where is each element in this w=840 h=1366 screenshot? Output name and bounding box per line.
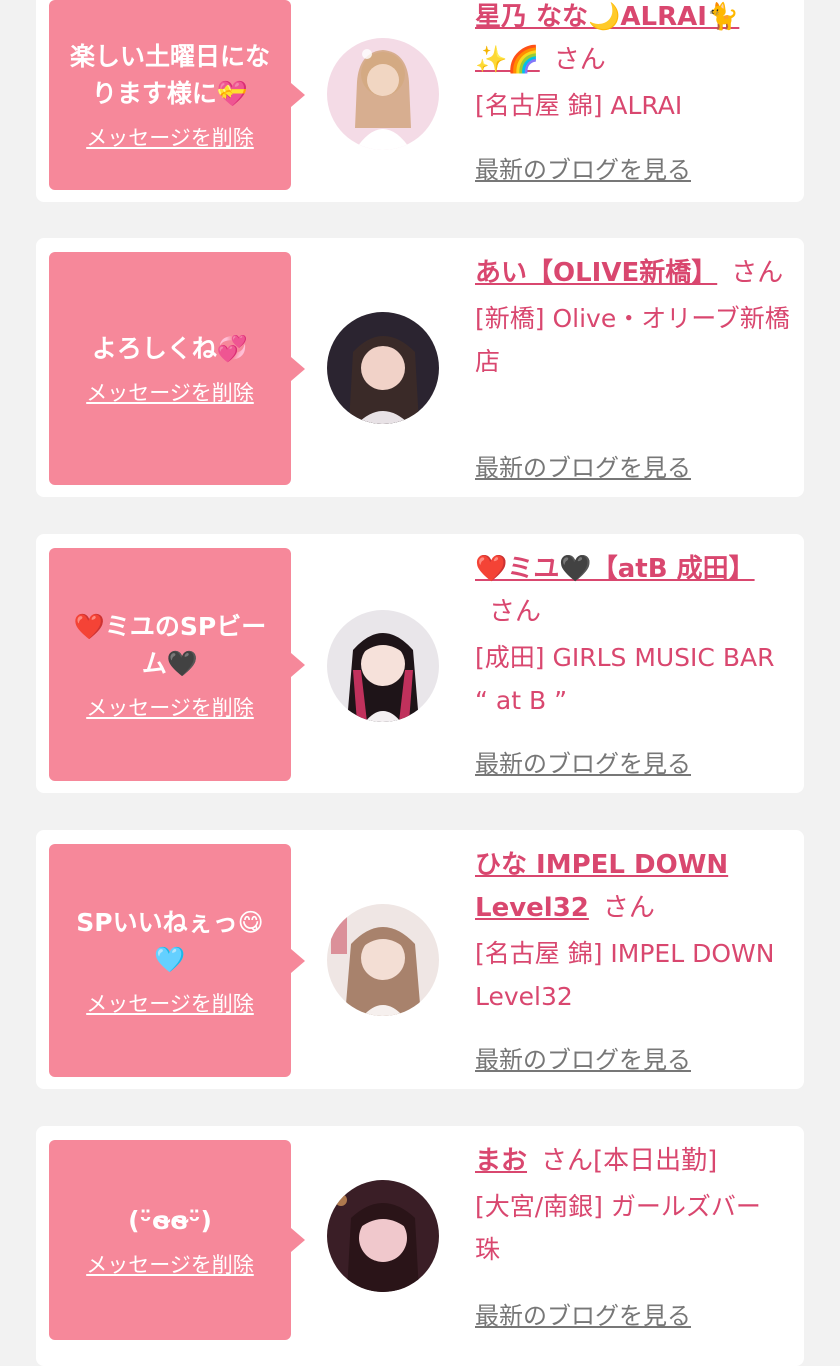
message-bubble: SPいいねぇっ😋 🩵 メッセージを削除: [49, 844, 305, 1077]
shop-info: [大宮/南銀] ガールズバー 珠: [475, 1192, 761, 1264]
latest-blog-link[interactable]: 最新のブログを見る: [475, 744, 691, 779]
name-line: ❤️ミユ🖤【atB 成田】さん: [475, 548, 790, 634]
message-card: ❤️ミユのSPビー ム🖤 メッセージを削除 ❤️ミユ🖤【atB 成田】さん [成…: [36, 534, 804, 793]
sender-info: ❤️ミユ🖤【atB 成田】さん [成田] GIRLS MUSIC BAR “ a…: [475, 548, 790, 722]
name-line: 星乃 なな🌙ALRAI🐈 ✨🌈 さん: [475, 0, 790, 82]
message-card: よろしくね💞 メッセージを削除 あい【OLIVE新橋】 さん [新橋] Olive…: [36, 238, 804, 497]
sender-info: 星乃 なな🌙ALRAI🐈 ✨🌈 さん [名古屋 錦] ALRAI: [475, 0, 790, 127]
message-card: SPいいねぇっ😋 🩵 メッセージを削除 ひな IMPEL DOWN Level3…: [36, 830, 804, 1089]
sender-name-link[interactable]: ひな IMPEL DOWN Level32: [475, 850, 728, 923]
name-line: まお さん[本日出勤]: [475, 1140, 790, 1183]
san-label: さん: [553, 45, 606, 75]
message-text: ❤️ミユのSPビー ム🖤: [73, 611, 267, 678]
message-bubble: (ᵕ̈ɞ̴ɞ̴ᵕ̈) メッセージを削除: [49, 1140, 305, 1340]
message-text: SPいいねぇっ😋 🩵: [76, 907, 264, 974]
message-text: (ᵕ̈ɞ̴ɞ̴ᵕ̈): [128, 1205, 212, 1235]
latest-blog-link[interactable]: 最新のブログを見る: [475, 448, 691, 483]
shop-info: [新橋] Olive・オリーブ新橋店: [475, 304, 790, 376]
avatar[interactable]: [327, 312, 439, 424]
san-label: さん: [489, 597, 542, 627]
latest-blog-link[interactable]: 最新のブログを見る: [475, 1296, 691, 1331]
delete-message-link[interactable]: メッセージを削除: [86, 988, 254, 1018]
delete-message-link[interactable]: メッセージを削除: [86, 377, 254, 407]
san-label: さん[本日出勤]: [541, 1146, 718, 1176]
message-bubble: 楽しい土曜日にな ります様に💝 メッセージを削除: [49, 0, 305, 190]
message-card: 楽しい土曜日にな ります様に💝 メッセージを削除 星乃 なな🌙ALRAI🐈 ✨🌈…: [36, 0, 804, 202]
message-text: よろしくね💞: [91, 334, 249, 363]
message-bubble: ❤️ミユのSPビー ム🖤 メッセージを削除: [49, 548, 305, 781]
sender-info: ひな IMPEL DOWN Level32 さん [名古屋 錦] IMPEL DO…: [475, 844, 790, 1018]
sender-name-link[interactable]: 星乃 なな🌙ALRAI🐈 ✨🌈: [475, 2, 739, 75]
avatar[interactable]: [327, 38, 439, 150]
message-card: (ᵕ̈ɞ̴ɞ̴ᵕ̈) メッセージを削除 まお さん[本日出勤] [大宮/南銀] ガ…: [36, 1126, 804, 1366]
sender-name-link[interactable]: まお: [475, 1146, 527, 1176]
delete-message-link[interactable]: メッセージを削除: [86, 1249, 254, 1279]
shop-info: [成田] GIRLS MUSIC BAR “ at B ”: [475, 643, 775, 715]
sender-name-link[interactable]: ❤️ミユ🖤【atB 成田】: [475, 554, 755, 584]
san-label: さん: [731, 258, 784, 288]
name-line: ひな IMPEL DOWN Level32 さん: [475, 844, 790, 930]
message-text: 楽しい土曜日にな ります様に💝: [69, 42, 270, 108]
delete-message-link[interactable]: メッセージを削除: [86, 692, 254, 722]
shop-info: [名古屋 錦] ALRAI: [475, 91, 683, 120]
message-bubble: よろしくね💞 メッセージを削除: [49, 252, 305, 485]
name-line: あい【OLIVE新橋】 さん: [475, 252, 790, 295]
latest-blog-link[interactable]: 最新のブログを見る: [475, 1040, 691, 1075]
sender-name-link[interactable]: あい【OLIVE新橋】: [475, 258, 717, 288]
avatar[interactable]: [327, 1180, 439, 1292]
sender-info: あい【OLIVE新橋】 さん [新橋] Olive・オリーブ新橋店: [475, 252, 790, 383]
avatar[interactable]: [327, 610, 439, 722]
sender-info: まお さん[本日出勤] [大宮/南銀] ガールズバー 珠: [475, 1140, 790, 1271]
san-label: さん: [602, 893, 655, 923]
latest-blog-link[interactable]: 最新のブログを見る: [475, 150, 691, 185]
shop-info: [名古屋 錦] IMPEL DOWN Level32: [475, 939, 775, 1011]
avatar[interactable]: [327, 904, 439, 1016]
delete-message-link[interactable]: メッセージを削除: [86, 122, 254, 152]
